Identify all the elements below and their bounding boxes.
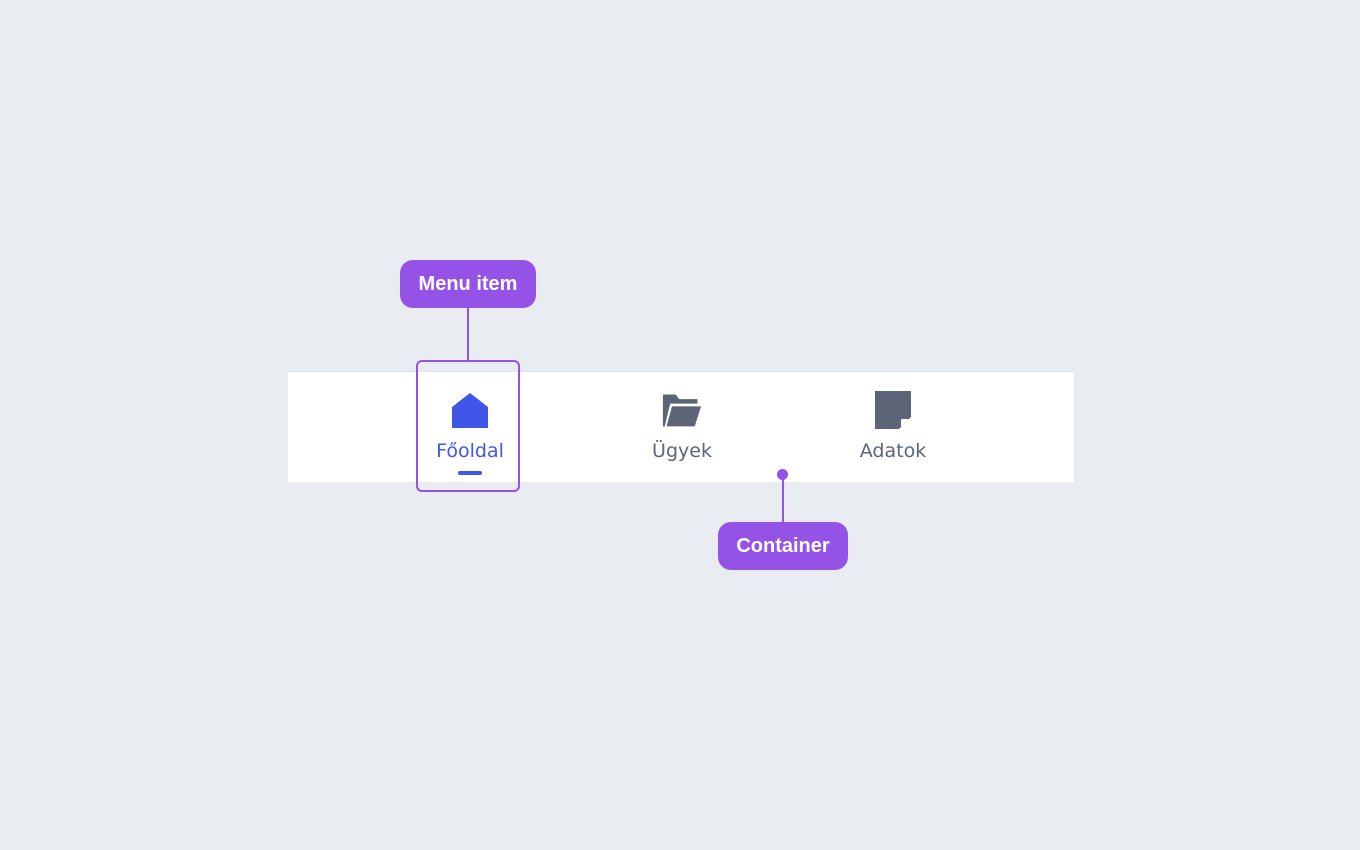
container-leader-line [782,474,784,522]
nav-item-ugyek[interactable]: Ügyek [630,372,734,482]
menu-item-highlight [416,360,520,492]
nav-item-label: Adatok [859,440,927,462]
active-indicator [670,471,694,475]
nav-container: Főoldal Ügyek Adatok [288,371,1074,482]
nav-item-label: Ügyek [652,440,712,462]
folder-open-icon [662,390,702,430]
menu-item-leader-line [467,307,469,361]
nav-item-adatok[interactable]: Adatok [841,372,945,482]
note-icon [873,390,913,430]
menu-item-callout: Menu item [400,260,536,308]
container-callout: Container [718,522,848,570]
active-indicator [881,471,905,475]
